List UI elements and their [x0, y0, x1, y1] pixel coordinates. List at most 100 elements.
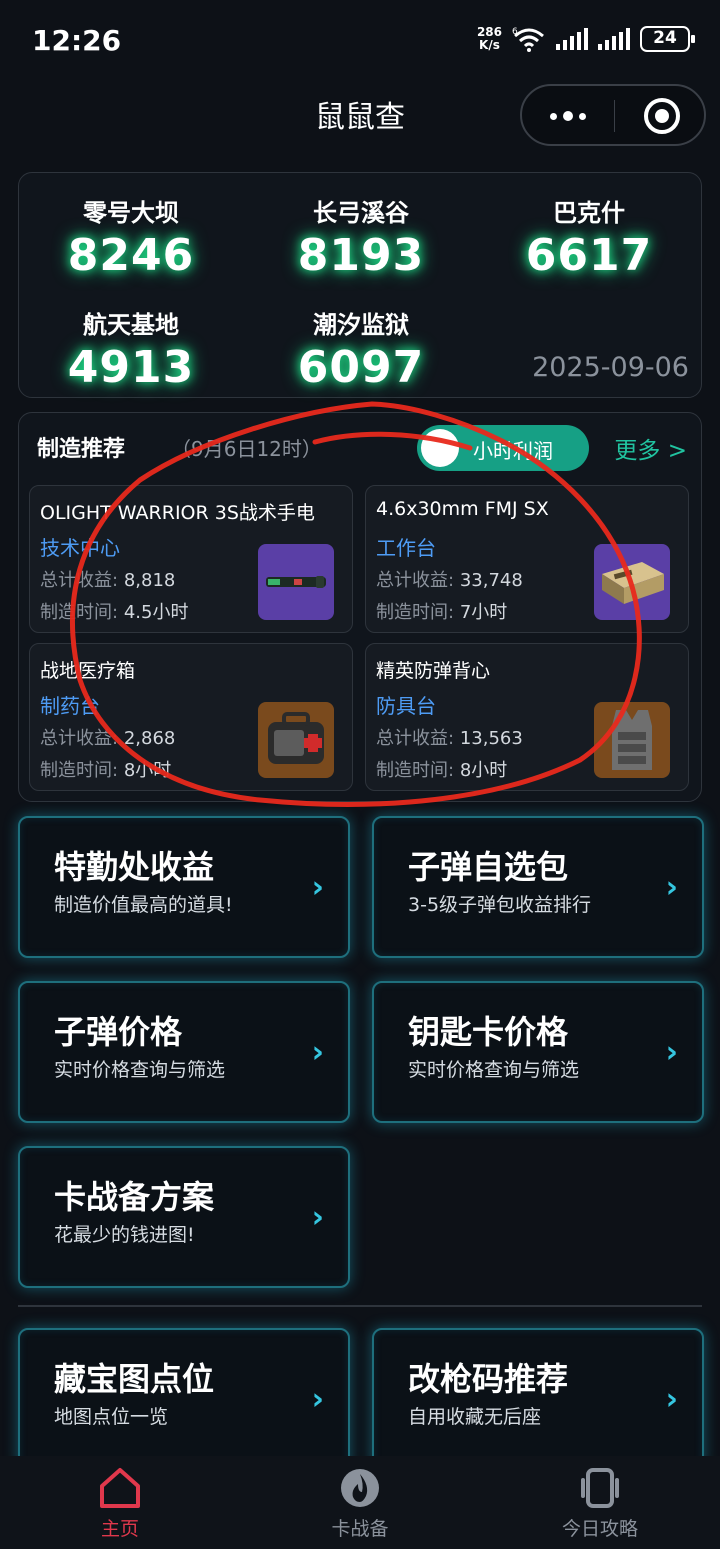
- tab-home[interactable]: 主页: [30, 1466, 210, 1541]
- craft-card[interactable]: OLIGHT WARRIOR 3S战术手电 技术中心 总计收益: 8,818 制…: [29, 485, 353, 633]
- map-value: 4913: [67, 342, 195, 393]
- capsule-divider: [614, 100, 615, 132]
- time-line: 制造时间: 4.5小时: [40, 602, 189, 623]
- map-stat-valley: 长弓溪谷 8193: [261, 193, 461, 281]
- map-value: 8246: [67, 230, 195, 281]
- status-bar: 12:26 286 K/s 6 24: [0, 0, 720, 84]
- time-line: 制造时间: 8小时: [40, 760, 172, 781]
- craft-card[interactable]: 精英防弹背心 防具台 总计收益: 13,563 制造时间: 8小时: [365, 643, 689, 791]
- tile-title: 藏宝图点位: [54, 1360, 215, 1398]
- ammo-box-icon: [594, 544, 670, 620]
- tab-label: 卡战备: [331, 1518, 389, 1540]
- item-name: OLIGHT WARRIOR 3S战术手电: [40, 502, 315, 524]
- income-line: 总计收益: 33,748: [376, 570, 523, 591]
- map-stat-brakkesh: 巴克什 6617: [489, 193, 689, 281]
- net-speed: 286 K/s: [476, 25, 502, 52]
- hourly-profit-toggle[interactable]: 小时利润: [417, 425, 589, 471]
- battery-icon: 24: [640, 26, 695, 52]
- toggle-label: 小时利润: [473, 439, 553, 463]
- wifi-icon: 6: [512, 27, 544, 52]
- map-value: 6617: [525, 230, 653, 281]
- item-name: 精英防弹背心: [376, 660, 491, 682]
- item-name: 4.6x30mm FMJ SX: [376, 498, 549, 520]
- tile-subtitle: 花最少的钱进图!: [54, 1224, 195, 1246]
- station-name: 防具台: [376, 694, 436, 718]
- tab-loadout[interactable]: 卡战备: [270, 1466, 450, 1541]
- tile-title: 钥匙卡价格: [408, 1013, 569, 1051]
- chevron-right-icon: ›: [665, 1382, 678, 1417]
- home-icon: [96, 1466, 144, 1510]
- item-name: 战地医疗箱: [40, 660, 136, 682]
- flame-icon: [336, 1466, 384, 1510]
- toggle-knob: [421, 429, 459, 467]
- tile-subtitle: 实时价格查询与筛选: [408, 1059, 580, 1081]
- map-stat-dam: 零号大坝 8246: [31, 193, 231, 281]
- time-line: 制造时间: 8小时: [376, 760, 508, 781]
- map-stat-spaceport: 航天基地 4913: [31, 305, 231, 393]
- map-name: 零号大坝: [83, 199, 179, 227]
- more-link[interactable]: 更多 >: [614, 431, 687, 465]
- station-name: 技术中心: [40, 536, 120, 560]
- tile-subtitle: 3-5级子弹包收益排行: [408, 894, 592, 916]
- svg-text:6: 6: [512, 27, 518, 37]
- map-name: 长弓溪谷: [313, 199, 409, 227]
- tab-label: 今日攻略: [561, 1518, 638, 1540]
- chevron-right-icon: ›: [311, 1200, 324, 1235]
- map-name: 巴克什: [553, 199, 625, 227]
- tab-daily-guide[interactable]: 今日攻略: [510, 1466, 690, 1541]
- tile-title: 改枪码推荐: [408, 1360, 569, 1398]
- phone-icon: [576, 1466, 624, 1510]
- income-line: 总计收益: 8,818: [40, 570, 176, 591]
- tile-loadout-plan[interactable]: 卡战备方案 花最少的钱进图! ›: [18, 1146, 350, 1288]
- income-line: 总计收益: 2,868: [40, 728, 176, 749]
- map-value: 6097: [297, 342, 425, 393]
- mini-program-capsule: [520, 84, 706, 146]
- chevron-right-icon: ›: [311, 870, 324, 905]
- medkit-icon: [258, 702, 334, 778]
- close-target-icon[interactable]: [644, 98, 680, 134]
- craft-card[interactable]: 4.6x30mm FMJ SX 工作台 总计收益: 33,748 制造时间: 7…: [365, 485, 689, 633]
- craft-title: 制造推荐: [37, 437, 126, 462]
- section-divider: [18, 1305, 702, 1307]
- tile-ammo-pack[interactable]: 子弹自选包 3-5级子弹包收益排行 ›: [372, 816, 704, 958]
- tile-title: 卡战备方案: [54, 1178, 215, 1216]
- tile-title: 子弹价格: [54, 1013, 183, 1051]
- tile-title: 特勤处收益: [54, 848, 215, 886]
- tile-treasure-map[interactable]: 藏宝图点位 地图点位一览 ›: [18, 1328, 350, 1470]
- flashlight-icon: [258, 544, 334, 620]
- more-menu-icon[interactable]: [550, 104, 586, 128]
- tile-ammo-price[interactable]: 子弹价格 实时价格查询与筛选 ›: [18, 981, 350, 1123]
- tile-special-ops-income[interactable]: 特勤处收益 制造价值最高的道具! ›: [18, 816, 350, 958]
- chevron-right-icon: ›: [665, 870, 678, 905]
- status-time: 12:26: [32, 24, 122, 57]
- time-line: 制造时间: 7小时: [376, 602, 508, 623]
- station-name: 工作台: [376, 536, 436, 560]
- map-value: 8193: [297, 230, 425, 281]
- tile-subtitle: 实时价格查询与筛选: [54, 1059, 226, 1081]
- tile-gun-code[interactable]: 改枪码推荐 自用收藏无后座 ›: [372, 1328, 704, 1470]
- craft-recommend-panel: 制造推荐 （9月6日12时） 小时利润 更多 > OLIGHT WARRIOR …: [18, 412, 702, 802]
- map-stat-prison: 潮汐监狱 6097: [261, 305, 461, 393]
- station-name: 制药台: [40, 694, 100, 718]
- status-icons: 286 K/s 6 24: [476, 25, 695, 52]
- income-line: 总计收益: 13,563: [376, 728, 523, 749]
- tab-label: 主页: [100, 1518, 139, 1540]
- chevron-right-icon: ›: [311, 1382, 324, 1417]
- craft-card[interactable]: 战地医疗箱 制药台 总计收益: 2,868 制造时间: 8小时: [29, 643, 353, 791]
- map-name: 航天基地: [83, 311, 179, 339]
- vest-icon: [594, 702, 670, 778]
- tile-subtitle: 地图点位一览: [54, 1406, 169, 1428]
- tile-subtitle: 自用收藏无后座: [408, 1406, 542, 1428]
- map-stats-panel: 零号大坝 8246 长弓溪谷 8193 巴克什 6617 航天基地 4913 潮…: [18, 172, 702, 398]
- bottom-tab-bar: 主页 卡战备 今日攻略: [0, 1456, 720, 1549]
- signal-icon: [556, 28, 588, 50]
- tile-title: 子弹自选包: [408, 848, 569, 886]
- craft-subtitle: （9月6日12时）: [171, 437, 322, 461]
- tile-subtitle: 制造价值最高的道具!: [54, 894, 233, 916]
- map-name: 潮汐监狱: [313, 311, 409, 339]
- chevron-right-icon: ›: [311, 1035, 324, 1070]
- chevron-right-icon: ›: [665, 1035, 678, 1070]
- maps-date: 2025-09-06: [532, 352, 689, 383]
- tile-keycard-price[interactable]: 钥匙卡价格 实时价格查询与筛选 ›: [372, 981, 704, 1123]
- signal-icon-2: [598, 28, 630, 50]
